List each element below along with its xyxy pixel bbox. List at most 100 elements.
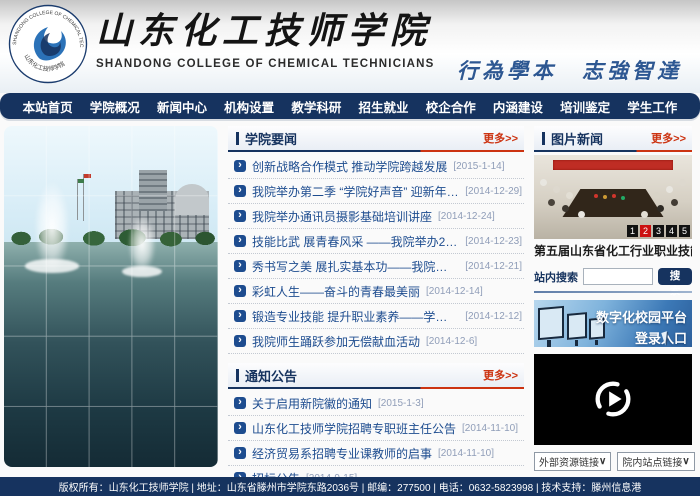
notices-more-link[interactable]: 更多>> <box>483 367 518 383</box>
nav-item[interactable]: 校企合作 <box>426 97 476 116</box>
nav-item[interactable]: 学生工作 <box>627 97 677 116</box>
campus-photo-slideshow <box>4 126 218 467</box>
arrow-bullet-icon: › <box>234 422 246 434</box>
news-title-label: 学院要闻 <box>245 129 297 148</box>
external-links-select[interactable]: 外部资源链接 ∨ <box>534 452 611 471</box>
school-motto: 行為學本 志強智達 <box>457 55 682 85</box>
monitor-icon <box>567 312 587 340</box>
right-column: 图片新闻 更多>> 1 2 <box>534 126 692 471</box>
play-icon[interactable] <box>590 376 636 422</box>
arrow-bullet-icon: › <box>234 210 246 222</box>
notice-item: › 山东化工技师学院招聘专职班主任公告 [2014-11-10] <box>228 416 524 441</box>
nav-item[interactable]: 学院概况 <box>90 97 140 116</box>
news-item: › 秀书写之美 展扎实基本功——我院隆重举行201... [2014-12-21… <box>228 254 524 279</box>
arrow-bullet-icon: › <box>234 185 246 197</box>
picture-news-title: 图片新闻 <box>542 129 603 148</box>
arrow-bullet-icon: › <box>234 235 246 247</box>
photo-grid-overlay <box>4 126 218 467</box>
news-item: › 彩虹人生——奋斗的青春最美丽 [2014-12-14] <box>228 279 524 304</box>
news-item-link[interactable]: 我院举办第二季 “学院好声音” 迎新年音乐会 <box>252 183 459 200</box>
news-item-date: [2015-1-14] <box>453 161 504 172</box>
nav-item[interactable]: 教学科研 <box>291 97 341 116</box>
section-underline <box>534 150 692 152</box>
video-player[interactable] <box>534 354 692 445</box>
link-selects-row: 外部资源链接 ∨ 院内站点链接 ∨ <box>534 452 692 471</box>
pagination-number[interactable]: 2 <box>640 225 651 237</box>
news-item-link[interactable]: 技能比武 展青春风采 ——我院举办2014年青年... <box>252 233 459 250</box>
nav-item[interactable]: 培训鉴定 <box>560 97 610 116</box>
section-underline <box>228 387 524 389</box>
banner-line1: 数字化校园平台 <box>596 307 687 326</box>
picture-news-title-label: 图片新闻 <box>551 129 603 148</box>
arrow-bullet-icon: › <box>234 310 246 322</box>
news-item: › 我院师生踊跃参加无偿献血活动 [2014-12-6] <box>228 329 524 354</box>
news-item-link[interactable]: 我院举办通讯员摄影基础培训讲座 <box>252 208 432 225</box>
news-item: › 我院举办通讯员摄影基础培训讲座 [2014-12-24] <box>228 204 524 229</box>
college-seal-icon: SHANDONG COLLEGE OF CHEMICAL TECHNICIANS… <box>8 4 88 84</box>
internal-links-select[interactable]: 院内站点链接 ∨ <box>617 452 694 471</box>
notices-section-header: 通知公告 更多>> <box>228 363 524 387</box>
notice-item-link[interactable]: 山东化工技师学院招聘专职班主任公告 <box>252 420 456 437</box>
pagination-number[interactable]: 1 <box>627 225 638 237</box>
meeting-photo-flowers <box>594 194 598 198</box>
notice-item-link[interactable]: 经济贸易系招聘专业课教师的启事 <box>252 445 432 462</box>
news-item-date: [2014-12-14] <box>426 286 483 297</box>
site-search-input[interactable] <box>583 268 653 285</box>
external-links-label: 外部资源链接 <box>539 454 599 469</box>
nav-item[interactable]: 机构设置 <box>224 97 274 116</box>
nav-item[interactable]: 本站首页 <box>23 97 73 116</box>
pagination-number[interactable]: 4 <box>666 225 677 237</box>
notice-item-link[interactable]: 关于启用新院徽的通知 <box>252 395 372 412</box>
news-item-link[interactable]: 锻造专业技能 提升职业素养——学院举行瑞星集团核心... <box>252 308 459 325</box>
news-item-date: [2014-12-29] <box>465 186 522 197</box>
pagination-number[interactable]: 3 <box>653 225 664 237</box>
news-more-link[interactable]: 更多>> <box>483 130 518 146</box>
copyright-text: 版权所有：山东化工技师学院 | 地址：山东省滕州市学院东路2036号 | 邮编：… <box>59 479 642 494</box>
news-item: › 我院举办第二季 “学院好声音” 迎新年音乐会 [2014-12-29] <box>228 179 524 204</box>
page: SHANDONG COLLEGE OF CHEMICAL TECHNICIANS… <box>0 0 700 496</box>
news-item: › 锻造专业技能 提升职业素养——学院举行瑞星集团核心... [2014-12-… <box>228 304 524 329</box>
news-item-link[interactable]: 彩虹人生——奋斗的青春最美丽 <box>252 283 420 300</box>
monitor-stand <box>575 340 578 346</box>
section-accent-bar <box>236 369 239 382</box>
meeting-photo-banner <box>553 160 673 170</box>
nav-item[interactable]: 内涵建设 <box>493 97 543 116</box>
site-title-en: SHANDONG COLLEGE OF CHEMICAL TECHNICIANS <box>96 58 435 70</box>
notice-item: › 经济贸易系招聘专业课教师的启事 [2014-11-10] <box>228 441 524 466</box>
notice-item-date: [2014-11-10] <box>462 423 518 434</box>
news-item-date: [2014-12-6] <box>426 336 477 347</box>
chevron-down-icon: ∨ <box>682 456 689 467</box>
notices-list: › 关于启用新院徽的通知 [2015-1-3] › 山东化工技师学院招聘专职班主… <box>228 391 524 491</box>
slideshow-pagination: 1 2 3 4 5 <box>627 225 690 237</box>
footer: 版权所有：山东化工技师学院 | 地址：山东省滕州市学院东路2036号 | 邮编：… <box>0 477 700 496</box>
monitor-stand <box>547 340 551 347</box>
picture-news-photo[interactable]: 1 2 3 4 5 <box>534 155 692 239</box>
college-logo: SHANDONG COLLEGE OF CHEMICAL TECHNICIANS… <box>8 4 88 86</box>
news-item-link[interactable]: 创新战略合作模式 推动学院跨越发展 <box>252 158 447 175</box>
news-item-date: [2014-12-21] <box>465 261 522 272</box>
internal-links-label: 院内站点链接 <box>622 454 682 469</box>
arrow-bullet-icon: › <box>234 335 246 347</box>
nav-item[interactable]: 招生就业 <box>359 97 409 116</box>
main-content: 学院要闻 更多>> › 创新战略合作模式 推动学院跨越发展 [2015-1-14… <box>0 119 700 471</box>
site-search: 站内搜索 搜索 <box>534 268 692 285</box>
notices-section: 通知公告 更多>> › 关于启用新院徽的通知 [2015-1-3] <box>228 363 524 491</box>
news-item: › 技能比武 展青春风采 ——我院举办2014年青年... [2014-12-2… <box>228 229 524 254</box>
nav-item[interactable]: 新闻中心 <box>157 97 207 116</box>
digital-campus-banner[interactable]: 数字化校园平台 登录入口 <box>534 300 692 347</box>
notices-section-title: 通知公告 <box>236 366 297 385</box>
pagination-number[interactable]: 5 <box>679 225 690 237</box>
notice-item: › 关于启用新院徽的通知 [2015-1-3] <box>228 391 524 416</box>
college-news-section: 学院要闻 更多>> › 创新战略合作模式 推动学院跨越发展 [2015-1-14… <box>228 126 524 354</box>
picture-news-more-link[interactable]: 更多>> <box>651 130 686 146</box>
news-item-date: [2014-12-23] <box>465 236 522 247</box>
picture-news-caption[interactable]: 第五届山东省化工行业职业技能大赛在 <box>534 242 692 259</box>
news-item-link[interactable]: 我院师生踊跃参加无偿献血活动 <box>252 333 420 350</box>
picture-news-header: 图片新闻 更多>> <box>534 126 692 150</box>
site-header: SHANDONG COLLEGE OF CHEMICAL TECHNICIANS… <box>0 0 700 93</box>
news-item-link[interactable]: 秀书写之美 展扎实基本功——我院隆重举行201... <box>252 258 459 275</box>
search-button[interactable]: 搜索 <box>658 268 692 285</box>
main-nav: 本站首页 学院概况 新闻中心 机构设置 教学科研 招生就业 校企合作 内涵建设 … <box>0 93 700 119</box>
news-item-date: [2014-12-24] <box>438 211 495 222</box>
notice-item-date: [2015-1-3] <box>378 398 424 409</box>
